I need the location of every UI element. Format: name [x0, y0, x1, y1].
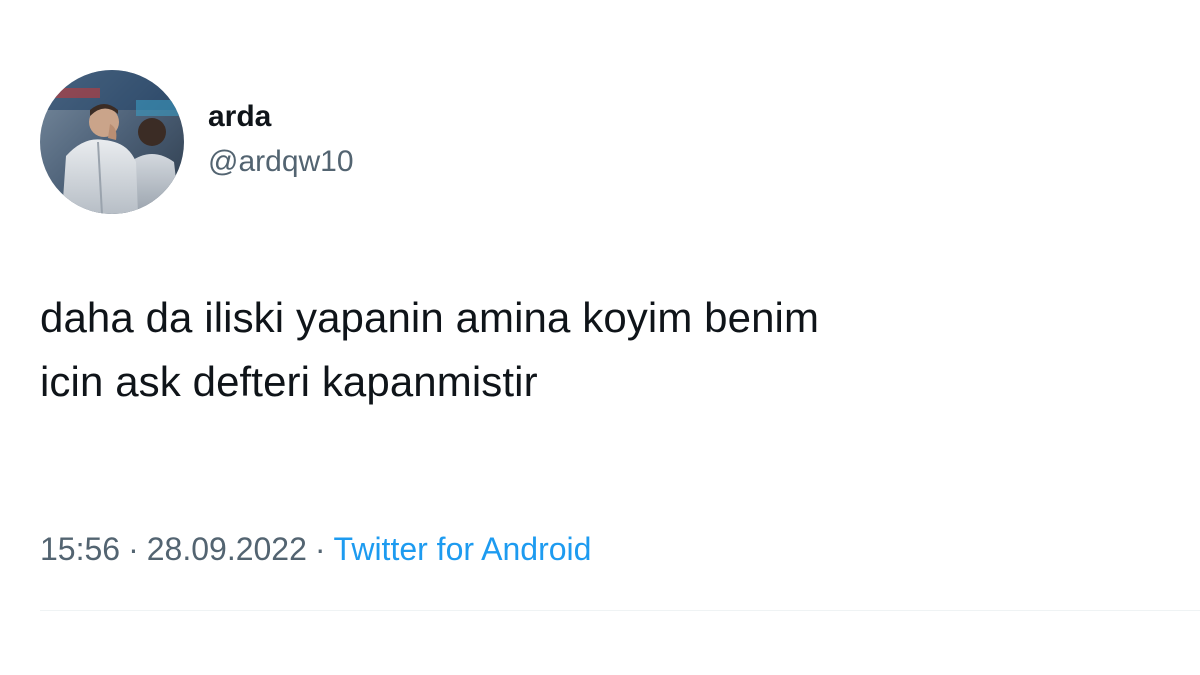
- tweet-date: 28.09.2022: [146, 531, 307, 567]
- author-names: arda @ardqw10: [208, 98, 354, 182]
- user-handle[interactable]: @ardqw10: [208, 142, 354, 182]
- meta-separator: ·: [314, 531, 326, 567]
- tweet-timestamp[interactable]: 15:56 · 28.09.2022: [40, 531, 307, 567]
- meta-separator: ·: [128, 531, 139, 567]
- display-name[interactable]: arda: [208, 98, 354, 136]
- tweet-header: arda @ardqw10: [40, 70, 354, 214]
- tweet-card: arda @ardqw10 daha da iliski yapanin ami…: [0, 0, 1200, 675]
- tweet-text-line-1: daha da iliski yapanin amina koyim benim: [40, 294, 820, 341]
- tweet-meta: 15:56 · 28.09.2022 · Twitter for Android: [40, 528, 591, 570]
- profile-photo-avatar-icon: [40, 70, 184, 214]
- tweet-text-line-2: icin ask defteri kapanmistir: [40, 358, 538, 405]
- client-link[interactable]: Twitter for Android: [334, 531, 592, 567]
- divider: [40, 610, 1200, 611]
- avatar[interactable]: [40, 70, 184, 214]
- tweet-time: 15:56: [40, 531, 121, 567]
- tweet-text: daha da iliski yapanin amina koyim benim…: [40, 286, 1170, 414]
